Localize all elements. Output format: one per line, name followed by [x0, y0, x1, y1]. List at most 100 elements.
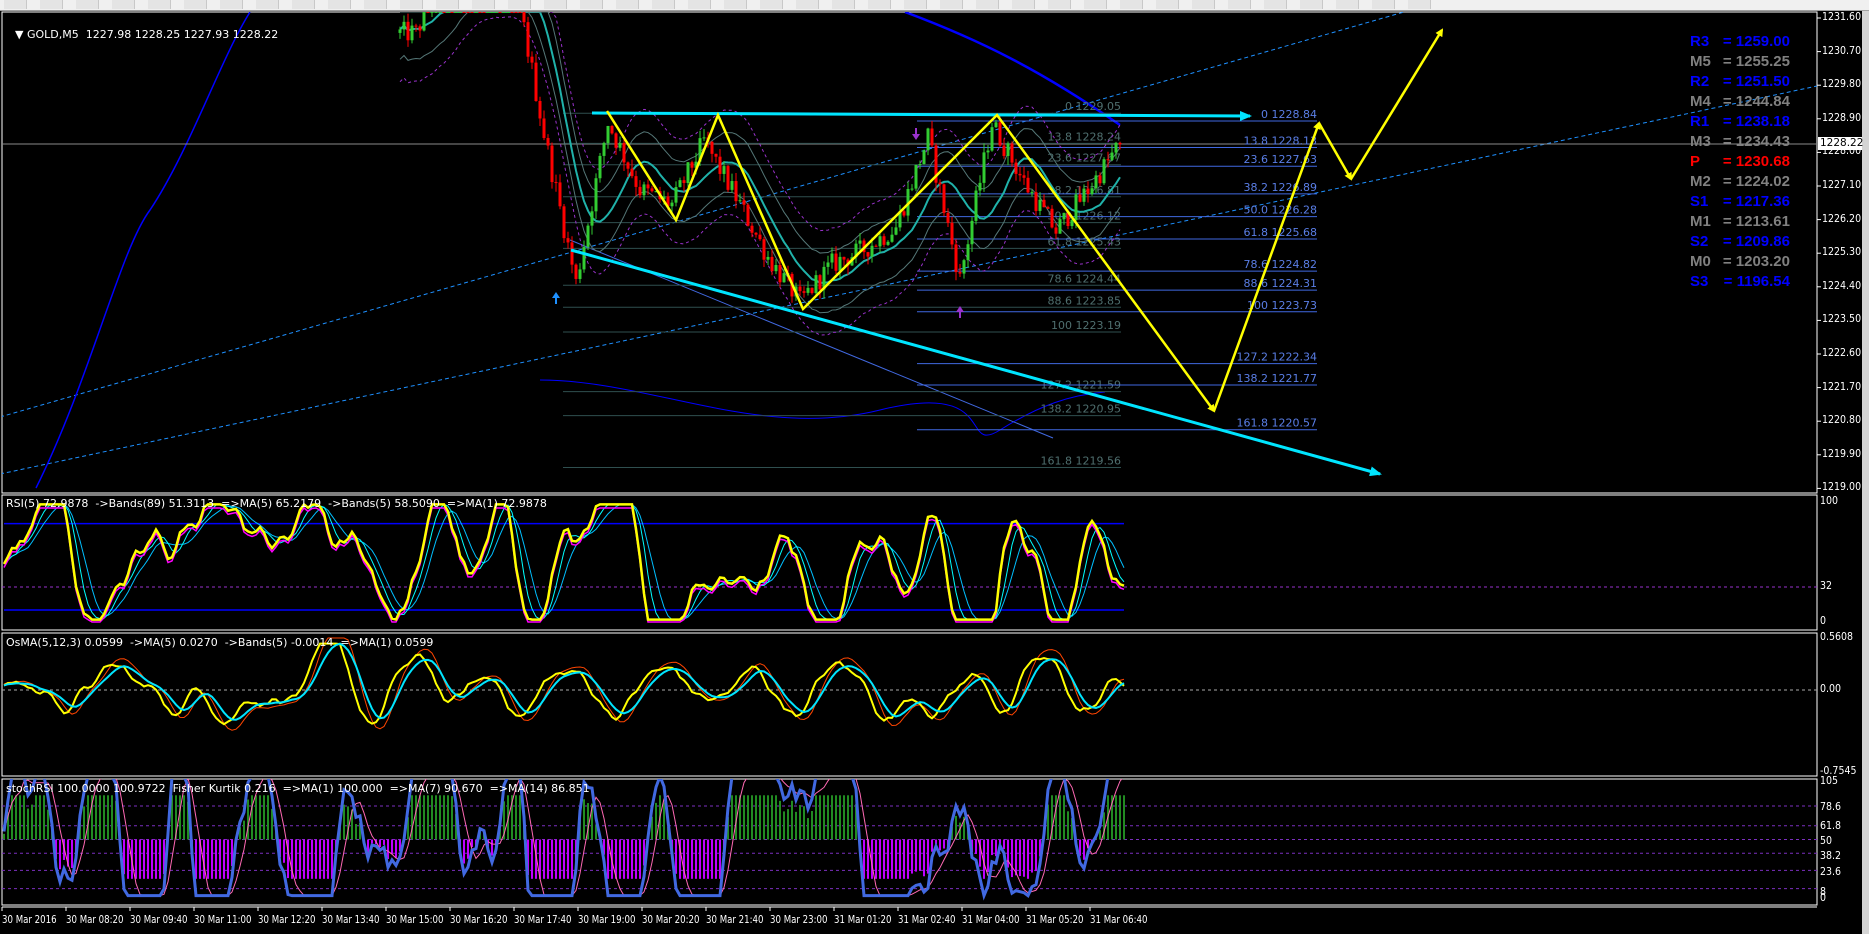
candle-body [470, 12, 474, 13]
main-chart-frame [1, 11, 1818, 494]
candle-body [554, 182, 558, 184]
stoch-histogram-bar [323, 839, 325, 879]
candle-body [1018, 173, 1022, 176]
candle-body [798, 286, 802, 292]
time-axis-label: 30 Mar 20:20 [642, 914, 700, 926]
time-axis-label: 30 Mar 09:40 [130, 914, 188, 926]
stoch-histogram-bar [559, 839, 561, 879]
stoch-axis-label: 38.2 [1820, 850, 1842, 862]
candle-body [754, 232, 758, 235]
projection-leg-3[interactable] [1349, 28, 1444, 180]
stoch-axis-label: 0 [1820, 892, 1827, 904]
candle-body [1010, 143, 1014, 163]
fib-right-level-label: 38.2 1226.89 [1244, 181, 1317, 194]
candle-body [962, 260, 966, 274]
price-axis-label: 1223.50 [1822, 313, 1862, 326]
candle-body [918, 164, 922, 166]
candle-body [570, 242, 574, 265]
candle-body [682, 180, 686, 184]
stoch-histogram-bar [711, 839, 713, 879]
stoch-histogram-bar [343, 804, 345, 840]
stoch-histogram-bar [19, 795, 21, 840]
stoch-histogram-bar [635, 839, 637, 879]
candle-body [702, 137, 706, 139]
time-axis-label: 31 Mar 02:40 [898, 914, 956, 926]
candle-body [490, 12, 494, 13]
candle-body [910, 188, 914, 190]
stoch-histogram-bar [563, 839, 565, 879]
candle-body [578, 269, 582, 279]
stoch-histogram-bar [991, 839, 993, 856]
candle-body [738, 200, 742, 202]
collapse-triangle-icon[interactable]: ▼ [15, 28, 27, 41]
candle-body [442, 12, 446, 13]
price-axis-label: 1219.90 [1822, 447, 1862, 460]
rsi-axis-label: 0 [1820, 615, 1827, 627]
stoch-histogram-bar [551, 839, 553, 879]
stoch-histogram-bar [695, 839, 697, 879]
fib-right-level-label: 100 1223.73 [1247, 299, 1317, 312]
stoch-histogram-bar [207, 839, 209, 879]
stoch-histogram-bar [703, 839, 705, 879]
candle-body [802, 291, 806, 293]
stoch-histogram-bar [127, 839, 129, 879]
stoch-histogram-bar [243, 820, 245, 840]
pivot-name: M2 [1690, 173, 1711, 190]
stoch-histogram-bar [255, 795, 257, 840]
stoch-histogram-bar [43, 795, 45, 840]
rsi-bands-line [3, 503, 1125, 621]
high-price: 1228.25 [134, 28, 181, 41]
stoch-histogram-bar [687, 839, 689, 879]
channel-top-arrow[interactable] [591, 110, 1252, 121]
stoch-histogram-bar [1059, 795, 1061, 840]
stoch-histogram-bar [251, 795, 253, 840]
pivot-value: = 1255.25 [1722, 53, 1790, 70]
candle-body [970, 220, 974, 245]
stoch-histogram-bar [879, 839, 881, 879]
stoch-histogram-bar [15, 795, 17, 840]
candle-body [410, 25, 414, 41]
moving-average-line [35, 12, 251, 489]
candle-body [994, 122, 998, 128]
candle-body [1034, 192, 1038, 211]
stoch-histogram-bar [427, 795, 429, 840]
stoch-histogram-bar [259, 795, 261, 840]
stoch-histogram-bar [759, 795, 761, 840]
stoch-histogram-bar [1019, 839, 1021, 877]
stoch-histogram-bar [387, 839, 389, 860]
candle-body [1102, 159, 1106, 184]
stoch-histogram-bar [1123, 795, 1125, 840]
projection-leg-2[interactable] [1317, 122, 1353, 181]
candle-body [902, 211, 906, 216]
osma-ma-line [3, 642, 1125, 721]
stoch-histogram-bar [1023, 839, 1025, 877]
candle-body [594, 178, 598, 212]
rsi-axis-label: 32 [1820, 580, 1833, 592]
pivot-level: M4 = 1244.84 [1690, 93, 1790, 111]
candle-body [714, 153, 718, 157]
candle-body [782, 273, 786, 283]
candle-body [1106, 159, 1110, 161]
fib-left-level-label: 100 1223.19 [1051, 319, 1121, 332]
candle-body [1114, 142, 1118, 153]
candle-body [1022, 175, 1026, 178]
stoch-histogram-bar [491, 839, 493, 856]
pivot-name: M3 [1690, 133, 1711, 150]
stoch-histogram-bar [415, 795, 417, 840]
candle-body [1082, 188, 1086, 202]
stoch-histogram-bar [707, 839, 709, 879]
candle-body [710, 141, 714, 154]
stoch-histogram-bar [847, 795, 849, 840]
osma-panel [2, 637, 1817, 731]
stoch-histogram-bar [267, 795, 269, 840]
candle-body [894, 227, 898, 235]
stoch-histogram-bar [639, 839, 641, 879]
candle-body [986, 150, 990, 153]
candle-body [978, 182, 982, 191]
pivot-level: M3 = 1234.43 [1690, 133, 1790, 151]
candle-body [838, 256, 842, 271]
dotted-trendline-upper[interactable] [0, 12, 1405, 417]
candle-body [614, 133, 618, 148]
stoch-histogram-bar [823, 795, 825, 840]
pivot-value: = 1238.18 [1722, 113, 1790, 130]
